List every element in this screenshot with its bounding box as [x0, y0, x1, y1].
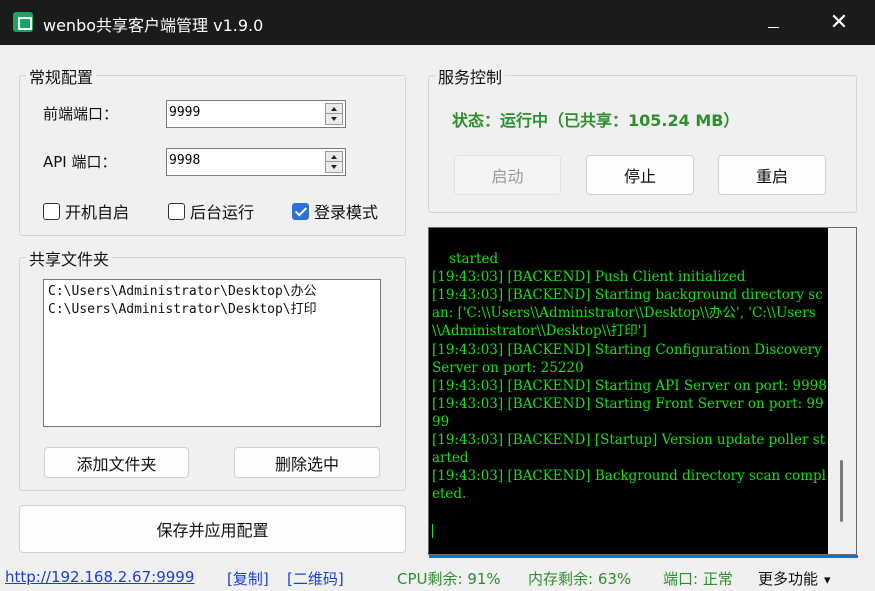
close-button[interactable]: ✕ — [806, 0, 872, 45]
start-button[interactable]: 启动 — [454, 155, 561, 195]
server-url-link[interactable]: http://192.168.2.67:9999 — [5, 568, 194, 586]
minimize-button[interactable] — [740, 0, 806, 45]
restart-button[interactable]: 重启 — [718, 155, 826, 195]
stop-button[interactable]: 停止 — [586, 155, 694, 195]
service-status: 状态：运行中（已共享：105.24 MB） — [452, 111, 740, 130]
log-console[interactable]: started [19:43:03] [BACKEND] Push Client… — [428, 227, 858, 558]
frontend-port-stepper[interactable]: 9999 — [166, 100, 346, 128]
frontend-port-label: 前端端口： — [43, 105, 119, 123]
log-text: started [19:43:03] [BACKEND] Push Client… — [432, 251, 827, 503]
api-port-value[interactable]: 9998 — [169, 153, 200, 168]
scrollbar-thumb[interactable] — [840, 460, 843, 522]
checkbox-icon[interactable] — [168, 202, 185, 220]
cpu-status: CPU剩余: 91% — [397, 570, 501, 588]
spin-down-icon[interactable] — [326, 162, 342, 172]
memory-status: 内存剩余: 63% — [528, 570, 632, 588]
more-functions-menu[interactable]: 更多功能 — [758, 568, 831, 589]
spin-down-icon[interactable] — [326, 114, 342, 124]
autostart-label: 开机自启 — [65, 203, 130, 222]
checkbox-icon[interactable] — [43, 202, 60, 220]
list-item[interactable]: C:\Users\Administrator\Desktop\办公 — [48, 283, 376, 301]
login-mode-checkbox[interactable]: 登录模式 — [292, 199, 378, 223]
spin-up-icon[interactable] — [326, 152, 342, 162]
spin-up-icon[interactable] — [326, 104, 342, 114]
frontend-port-value[interactable]: 9999 — [169, 105, 200, 120]
app-icon — [13, 12, 33, 32]
background-run-label: 后台运行 — [190, 203, 255, 222]
status-bar: http://192.168.2.67:9999 [复制] [二维码] CPU剩… — [0, 565, 875, 591]
window-title: wenbo共享客户端管理 v1.9.0 — [43, 16, 264, 35]
shared-folders-list[interactable]: C:\Users\Administrator\Desktop\办公 C:\Use… — [43, 279, 381, 427]
copy-link[interactable]: [复制] — [227, 568, 269, 589]
console-scrollbar[interactable] — [828, 228, 856, 554]
api-port-spin-buttons[interactable] — [325, 151, 343, 173]
save-apply-button[interactable]: 保存并应用配置 — [19, 505, 406, 553]
remove-selected-button[interactable]: 删除选中 — [234, 447, 380, 478]
qrcode-link[interactable]: [二维码] — [287, 568, 344, 589]
background-run-checkbox[interactable]: 后台运行 — [168, 199, 254, 223]
title-bar: wenbo共享客户端管理 v1.9.0 ✕ — [0, 0, 875, 45]
general-config-label: 常规配置 — [26, 64, 97, 88]
add-folder-button[interactable]: 添加文件夹 — [44, 447, 189, 478]
port-status: 端口: 正常 — [663, 570, 733, 588]
checkbox-checked-icon[interactable] — [292, 202, 309, 220]
service-control-label: 服务控制 — [435, 64, 506, 88]
log-output: started [19:43:03] [BACKEND] Push Client… — [432, 232, 829, 574]
autostart-checkbox[interactable]: 开机自启 — [43, 199, 129, 223]
text-caret — [432, 523, 433, 538]
api-port-stepper[interactable]: 9998 — [166, 148, 346, 176]
login-mode-label: 登录模式 — [314, 203, 379, 222]
console-focus-underline — [429, 555, 858, 558]
list-item[interactable]: C:\Users\Administrator\Desktop\打印 — [48, 301, 376, 319]
api-port-label: API 端口： — [43, 153, 117, 171]
frontend-port-spin-buttons[interactable] — [325, 103, 343, 125]
shared-folders-label: 共享文件夹 — [26, 246, 113, 270]
